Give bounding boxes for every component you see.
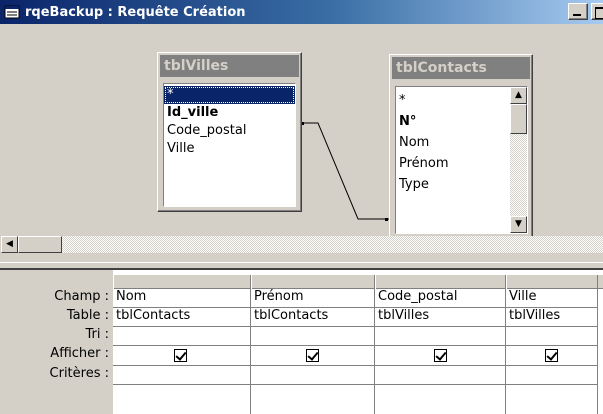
cell-criteres[interactable] [113,366,250,385]
field-item-all[interactable]: * [164,86,295,104]
cell-champ[interactable]: Prénom [251,289,374,308]
scroll-up-button[interactable]: ▲ [510,87,527,104]
cell-champ[interactable]: Ville [506,289,597,308]
cell-criteres[interactable] [375,366,505,385]
cell-table[interactable]: tblContacts [113,308,250,327]
scroll-down-button[interactable]: ▼ [510,216,527,233]
query-design-icon[interactable] [4,4,20,20]
table-box-tblvilles[interactable]: tblVilles * Id_ville Code_postal Ville [157,52,302,212]
scroll-thumb[interactable] [510,104,527,134]
pane-splitter[interactable] [0,262,603,270]
column-selector[interactable] [113,275,251,289]
query-grid-pane: Champ : Table : Tri : Afficher : Critère… [0,270,603,414]
cell-afficher[interactable] [113,346,250,366]
cell-table[interactable]: tblVilles [375,308,505,327]
field-item-numero[interactable]: N° [396,111,527,132]
checkbox-checked-icon[interactable] [545,349,558,362]
minimize-button[interactable] [568,3,588,20]
design-pane-hscrollbar[interactable]: ◀ [1,236,603,253]
arrow-down-icon: ▼ [515,219,522,229]
title-bar: rqeBackup : Requête Création [0,0,603,24]
cell-afficher[interactable] [375,346,505,366]
column-selector[interactable] [506,275,598,289]
window-title: rqeBackup : Requête Création [25,4,246,20]
column-selector[interactable] [251,275,375,289]
grid-column: Nom tblContacts [113,289,251,414]
field-item-id-ville[interactable]: Id_ville [164,104,295,122]
field-list-tblvilles[interactable]: * Id_ville Code_postal Ville [163,83,296,207]
table-title-tblcontacts[interactable]: tblContacts [392,57,530,79]
table-box-tblcontacts[interactable]: tblContacts * N° Nom Prénom Type ▲ ▼ [389,54,533,238]
design-grid[interactable]: Nom tblContacts Prénom tblContacts Code_… [113,270,603,414]
field-item-nom[interactable]: Nom [396,132,527,153]
field-item-code-postal[interactable]: Code_postal [164,122,295,140]
field-item-type[interactable]: Type [396,174,527,195]
hscroll-thumb[interactable] [18,236,62,253]
scroll-left-button[interactable]: ◀ [1,236,18,253]
column-selector[interactable] [375,275,506,289]
cell-table[interactable]: tblContacts [251,308,374,327]
cell-criteres[interactable] [251,366,374,385]
field-list-tblcontacts[interactable]: * N° Nom Prénom Type ▲ ▼ [395,86,528,234]
field-item-ville[interactable]: Ville [164,140,295,158]
cell-champ[interactable]: Nom [113,289,250,308]
cell-afficher[interactable] [251,346,374,366]
column-selector-row [113,275,603,289]
cell-champ[interactable]: Code_postal [375,289,505,308]
row-label-afficher: Afficher : [50,346,109,361]
field-item-all[interactable]: * [396,90,527,111]
checkbox-checked-icon[interactable] [306,349,319,362]
arrow-up-icon: ▲ [515,90,522,100]
cell-table[interactable]: tblVilles [506,308,597,327]
cell-tri[interactable] [375,327,505,346]
grid-column: Prénom tblContacts [251,289,375,414]
arrow-left-icon: ◀ [6,239,13,249]
row-label-tri: Tri : [85,327,110,342]
field-item-prenom[interactable]: Prénom [396,153,527,174]
cell-tri[interactable] [251,327,374,346]
cell-tri[interactable] [113,327,250,346]
maximize-button[interactable] [591,3,603,20]
checkbox-checked-icon[interactable] [434,349,447,362]
row-label-table: Table : [66,308,109,323]
checkbox-checked-icon[interactable] [174,349,187,362]
cell-afficher[interactable] [506,346,597,366]
row-label-champ: Champ : [54,289,109,304]
grid-column: Ville tblVilles [506,289,598,414]
cell-criteres[interactable] [506,366,597,385]
cell-tri[interactable] [506,327,597,346]
row-label-criteres: Critères : [49,366,109,381]
table-title-tblvilles[interactable]: tblVilles [160,55,299,77]
field-list-scrollbar[interactable]: ▲ ▼ [510,87,527,233]
table-design-pane[interactable]: tblVilles * Id_ville Code_postal Ville t… [0,24,603,262]
grid-column: Code_postal tblVilles [375,289,506,414]
